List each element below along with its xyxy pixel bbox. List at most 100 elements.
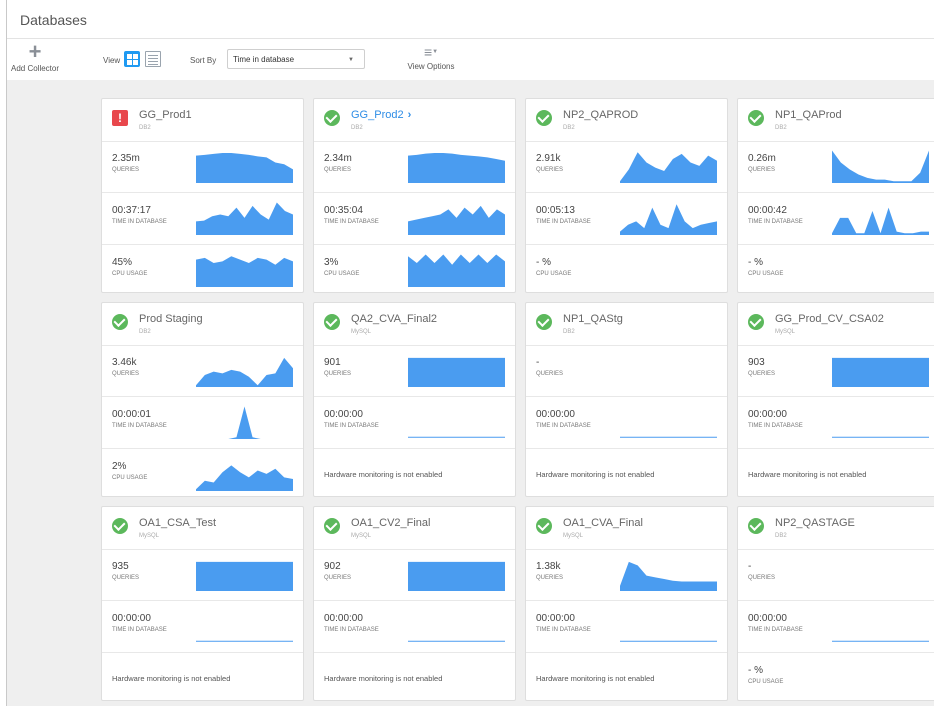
queries-row: 1.38k QUERIES [526,549,727,601]
ok-status-icon [748,314,764,330]
error-status-icon [112,110,128,126]
sparkline [620,403,717,439]
database-card[interactable]: GG_Prod_CV_CSA02 MySQL 903 QUERIES 00:00:00 T… [737,302,934,497]
database-type: MySQL [775,329,796,335]
sparkline [832,403,929,439]
database-type: DB2 [139,329,151,335]
time-in-database-label: TIME IN DATABASE [324,627,379,633]
sparkline [408,403,505,439]
sparkline-area [620,204,717,235]
cpu-usage-value: 45% [112,257,133,268]
queries-row: 903 QUERIES [738,345,934,397]
sparkline [196,561,293,591]
sparkline [620,561,717,591]
queries-row: - QUERIES [526,345,727,397]
database-card[interactable]: NP2_QASTAGE DB2 - QUERIES 00:00:00 TIME IN DA… [737,506,934,701]
database-card[interactable]: GG_Prod1 DB2 2.35m QUERIES 00:37:17 TIME IN D… [101,98,304,293]
add-collector-label: Add Collector [10,64,60,73]
queries-row: 3.46k QUERIES [102,345,303,397]
cpu-usage-value: 3% [324,257,339,268]
sparkline [620,152,717,183]
chevron-right-icon[interactable]: › [408,109,412,121]
sparkline [196,152,293,183]
ok-status-icon [324,110,340,126]
card-header: NP1_QAProd DB2 [738,99,934,142]
cpu-usage-label: CPU USAGE [748,271,784,277]
table-view-icon[interactable] [145,51,161,67]
queries-label: QUERIES [112,167,140,173]
hardware-monitoring-message: Hardware monitoring is not enabled [324,470,443,479]
sparkline-area [408,357,505,387]
sparkline-area [196,256,293,287]
toolbar: + Add Collector View Sort By Time in dat… [7,39,934,80]
time-in-database-value: 00:00:00 [324,409,363,420]
queries-value: 2.34m [324,153,352,164]
database-name: OA1_CV2_Final [351,517,431,529]
database-type: MySQL [563,533,584,539]
cpu-usage-label: CPU USAGE [748,679,784,685]
database-type: DB2 [351,125,363,131]
time-in-database-row: 00:00:00 TIME IN DATABASE [738,601,934,653]
database-card[interactable]: OA1_CSA_Test MySQL 935 QUERIES 00:00:00 TIME … [101,506,304,701]
sparkline-area [196,152,293,183]
view-options-button[interactable]: ≡▼ View Options [399,45,463,71]
sparkline [832,150,929,183]
database-name[interactable]: GG_Prod2 › [351,109,411,121]
sparkline [832,207,929,235]
database-name-text: GG_Prod1 [139,109,192,121]
cpu-usage-row: 2% CPU USAGE [102,449,303,496]
sparkline [408,152,505,183]
database-type: DB2 [139,125,151,131]
database-card[interactable]: OA1_CV2_Final MySQL 902 QUERIES 00:00:00 TIME… [313,506,516,701]
cpu-usage-value: - % [748,257,763,268]
cpu-usage-label: CPU USAGE [112,271,148,277]
sparkline [196,465,293,491]
queries-label: QUERIES [536,575,564,581]
cpu-usage-row: Hardware monitoring is not enabled [526,449,727,496]
database-card[interactable]: GG_Prod2 › DB2 2.34m QUERIES 00:35:04 TIME IN … [313,98,516,293]
queries-value: 0.26m [748,153,776,164]
hardware-monitoring-message: Hardware monitoring is not enabled [536,470,655,479]
database-card[interactable]: NP1_QAStg DB2 - QUERIES 00:00:00 TIME IN DATA… [525,302,728,497]
database-card[interactable]: Prod Staging DB2 3.46k QUERIES 00:00:01 TIME … [101,302,304,497]
time-in-database-value: 00:00:00 [536,613,575,624]
database-card[interactable]: NP1_QAProd DB2 0.26m QUERIES 00:00:42 TIME IN… [737,98,934,293]
card-header: NP2_QAPROD DB2 [526,99,727,142]
database-name: NP1_QAStg [563,313,623,325]
card-header: Prod Staging DB2 [102,303,303,346]
time-in-database-label: TIME IN DATABASE [748,627,803,633]
sparkline-area [408,561,505,591]
sort-by-select[interactable]: Time in database ▼ [227,49,365,69]
database-card[interactable]: NP2_QAPROD DB2 2.91k QUERIES 00:05:13 TIME IN… [525,98,728,293]
time-in-database-row: 00:00:00 TIME IN DATABASE [738,397,934,449]
database-name-text: Prod Staging [139,313,203,325]
database-card[interactable]: QA2_CVA_Final2 MySQL 901 QUERIES 00:00:00 TIM… [313,302,516,497]
ok-status-icon [748,518,764,534]
queries-label: QUERIES [748,371,776,377]
queries-value: 903 [748,357,765,368]
time-in-database-value: 00:00:42 [748,205,787,216]
time-in-database-label: TIME IN DATABASE [536,627,591,633]
database-name: Prod Staging [139,313,203,325]
time-in-database-label: TIME IN DATABASE [324,219,379,225]
time-in-database-label: TIME IN DATABASE [748,219,803,225]
database-card[interactable]: OA1_CVA_Final MySQL 1.38k QUERIES 00:00:00 TI… [525,506,728,701]
card-header: OA1_CV2_Final MySQL [314,507,515,550]
time-in-database-label: TIME IN DATABASE [324,423,379,429]
time-in-database-row: 00:00:00 TIME IN DATABASE [526,601,727,653]
sparkline-area [196,561,293,591]
ok-status-icon [748,110,764,126]
queries-label: QUERIES [324,167,352,173]
sparkline-area [196,357,293,387]
cpu-usage-label: CPU USAGE [324,271,360,277]
add-collector-button[interactable]: + Add Collector [7,41,63,74]
database-type: MySQL [351,329,372,335]
queries-value: - [748,561,752,572]
ok-status-icon [324,518,340,534]
database-name-text: OA1_CV2_Final [351,517,431,529]
grid-view-icon[interactable] [124,51,140,67]
database-name: NP2_QASTAGE [775,517,855,529]
queries-label: QUERIES [112,371,140,377]
time-in-database-row: 00:05:13 TIME IN DATABASE [526,193,727,245]
database-name: NP1_QAProd [775,109,842,121]
